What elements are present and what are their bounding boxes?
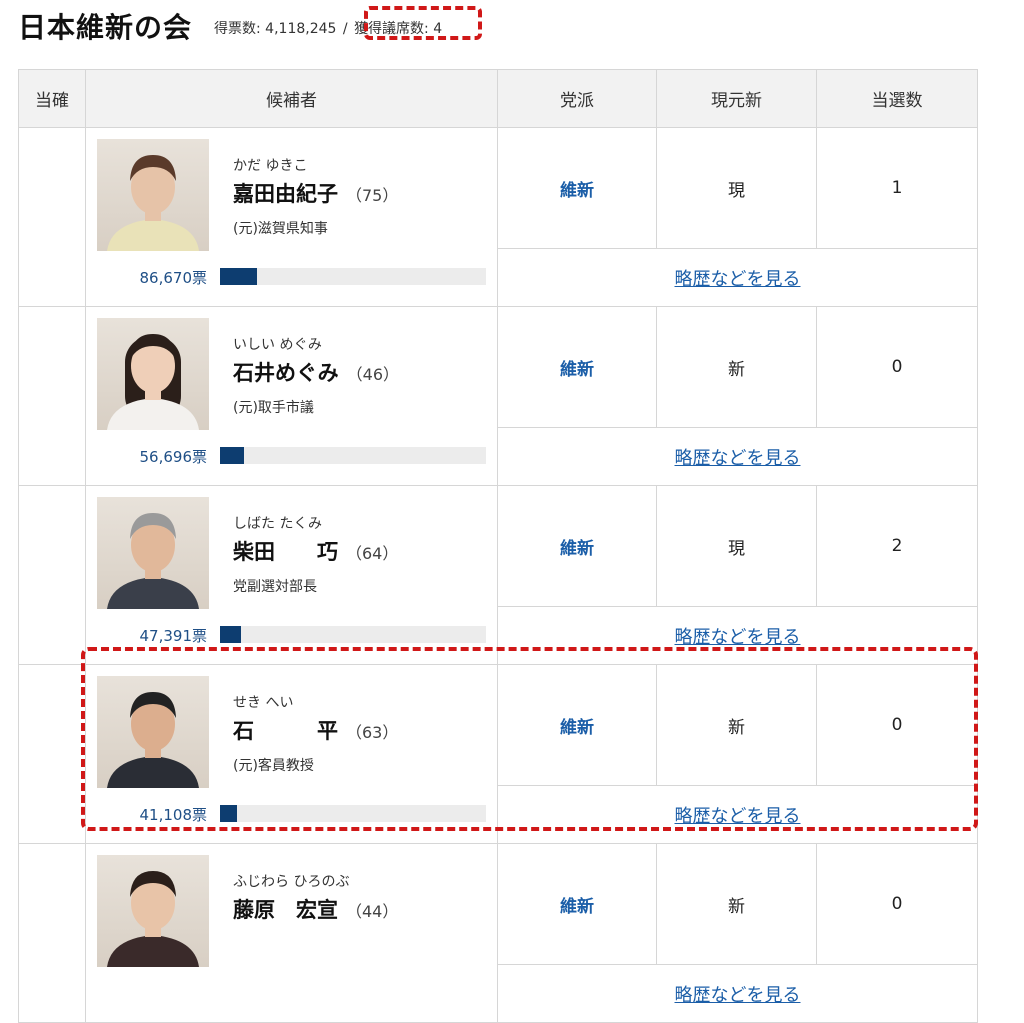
candidate-age: （64） — [346, 544, 399, 563]
vote-bar-track — [220, 805, 486, 822]
stats-separator: / — [342, 21, 348, 37]
candidate-row: せき へい 石 平 （63） (元)客員教授 41,108票 維新 新 0 — [18, 664, 978, 844]
candidate-name-line: 藤原 宏宣 （44） — [233, 894, 398, 924]
candidate-name-line: 嘉田由紀子 （75） — [233, 178, 398, 208]
vote-bar-fill — [220, 447, 244, 464]
profile-link-cell: 略歴などを見る — [497, 606, 978, 665]
candidate-photo — [97, 676, 209, 788]
status-cell: 新 — [656, 664, 817, 786]
vote-count: 86,670票 — [139, 269, 208, 287]
candidate-kana: しばた たくみ — [233, 516, 323, 532]
candidate-age: （46） — [346, 365, 400, 384]
candidate-name: 柴田 巧 — [233, 540, 338, 564]
col-header-win-count: 当選数 — [816, 69, 978, 128]
results-table: 当確 候補者 党派 現元新 当選数 かだ ゆきこ 嘉田由紀子 （75） (元)滋… — [18, 69, 978, 1023]
elected-mark-cell — [18, 306, 86, 486]
col-header-status: 現元新 — [656, 69, 817, 128]
party-cell: 維新 — [497, 306, 657, 428]
elected-mark-cell — [18, 664, 86, 844]
win-count-cell: 0 — [816, 306, 978, 428]
candidate-title: (元)客員教授 — [233, 758, 314, 774]
profile-link[interactable]: 略歴などを見る — [675, 806, 801, 827]
candidate-cell: ふじわら ひろのぶ 藤原 宏宣 （44） — [85, 843, 498, 1023]
candidate-name: 石 平 — [233, 719, 338, 743]
profile-link[interactable]: 略歴などを見る — [675, 269, 801, 290]
win-count-cell: 0 — [816, 664, 978, 786]
candidate-row: かだ ゆきこ 嘉田由紀子 （75） (元)滋賀県知事 86,670票 維新 現 1 — [18, 127, 978, 307]
candidate-cell: いしい めぐみ 石井めぐみ （46） (元)取手市議 56,696票 — [85, 306, 498, 486]
status-cell: 新 — [656, 843, 817, 965]
profile-link-cell: 略歴などを見る — [497, 427, 978, 486]
win-count-cell: 1 — [816, 127, 978, 249]
candidate-kana: ふじわら ひろのぶ — [233, 874, 350, 890]
candidate-row: いしい めぐみ 石井めぐみ （46） (元)取手市議 56,696票 維新 新 0 — [18, 306, 978, 486]
candidate-cell: かだ ゆきこ 嘉田由紀子 （75） (元)滋賀県知事 86,670票 — [85, 127, 498, 307]
candidate-row: ふじわら ひろのぶ 藤原 宏宣 （44） 維新 新 0 — [18, 843, 978, 1023]
candidate-name: 嘉田由紀子 — [233, 182, 338, 206]
candidate-age: （63） — [346, 723, 399, 742]
profile-link[interactable]: 略歴などを見る — [675, 985, 801, 1006]
col-header-party: 党派 — [497, 69, 657, 128]
vote-count: 56,696票 — [139, 448, 208, 466]
candidate-row: しばた たくみ 柴田 巧 （64） 党副選対部長 47,391票 維新 現 2 — [18, 485, 978, 665]
profile-link[interactable]: 略歴などを見る — [675, 448, 801, 469]
party-cell: 維新 — [497, 127, 657, 249]
profile-link-cell: 略歴などを見る — [497, 785, 978, 844]
elected-mark-cell — [18, 485, 86, 665]
candidate-photo — [97, 139, 209, 251]
candidate-cell: しばた たくみ 柴田 巧 （64） 党副選対部長 47,391票 — [85, 485, 498, 665]
candidate-title: (元)滋賀県知事 — [233, 221, 328, 237]
candidate-name: 石井めぐみ — [233, 361, 339, 385]
status-cell: 新 — [656, 306, 817, 428]
total-votes: 得票数: 4,118,245 — [214, 21, 337, 37]
candidate-name: 藤原 宏宣 — [233, 898, 338, 922]
vote-bar-fill — [220, 626, 241, 643]
status-cell: 現 — [656, 127, 817, 249]
candidate-kana: かだ ゆきこ — [233, 158, 308, 174]
candidate-title: 党副選対部長 — [233, 579, 317, 595]
candidate-name-line: 石井めぐみ （46） — [233, 357, 399, 387]
party-cell: 維新 — [497, 664, 657, 786]
candidate-photo — [97, 497, 209, 609]
elected-mark-cell — [18, 127, 86, 307]
party-cell: 維新 — [497, 485, 657, 607]
win-count-cell: 0 — [816, 843, 978, 965]
party-cell: 維新 — [497, 843, 657, 965]
col-header-candidate: 候補者 — [85, 69, 498, 128]
elected-mark-cell — [18, 843, 86, 1023]
vote-bar-track — [220, 626, 486, 643]
candidate-kana: いしい めぐみ — [233, 337, 322, 353]
candidate-title: (元)取手市議 — [233, 400, 314, 416]
candidate-photo — [97, 318, 209, 430]
vote-bar-fill — [220, 268, 257, 285]
candidate-age: （44） — [346, 902, 399, 921]
candidate-photo — [97, 855, 209, 967]
candidate-cell: せき へい 石 平 （63） (元)客員教授 41,108票 — [85, 664, 498, 844]
vote-bar-track — [220, 447, 486, 464]
win-count-cell: 2 — [816, 485, 978, 607]
vote-bar-track — [220, 268, 486, 285]
vote-count: 47,391票 — [139, 627, 208, 645]
col-header-elected: 当確 — [18, 69, 86, 128]
candidate-age: （75） — [346, 186, 399, 205]
seats-highlight-box — [364, 6, 482, 40]
profile-link[interactable]: 略歴などを見る — [675, 627, 801, 648]
table-header-row: 当確 候補者 党派 現元新 当選数 — [18, 69, 978, 128]
profile-link-cell: 略歴などを見る — [497, 248, 978, 307]
candidate-kana: せき へい — [233, 695, 294, 711]
party-name: 日本維新の会 — [18, 11, 193, 44]
vote-bar-fill — [220, 805, 237, 822]
profile-link-cell: 略歴などを見る — [497, 964, 978, 1023]
candidate-name-line: 石 平 （63） — [233, 715, 398, 745]
vote-count: 41,108票 — [139, 806, 208, 824]
status-cell: 現 — [656, 485, 817, 607]
candidate-name-line: 柴田 巧 （64） — [233, 536, 398, 566]
